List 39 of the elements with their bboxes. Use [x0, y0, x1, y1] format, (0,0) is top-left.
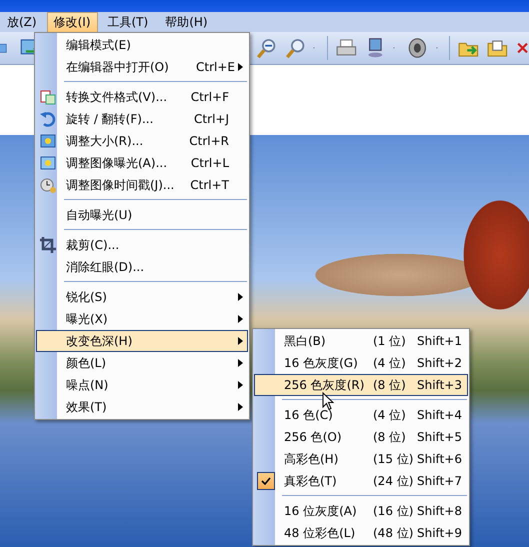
- menu-item[interactable]: 真彩色(T) (24 位) Shift+7: [254, 470, 468, 492]
- mouse-pointer-icon: [322, 392, 334, 411]
- menu-item[interactable]: 效果(T): [36, 396, 248, 418]
- menu-item[interactable]: 调整图像曝光(A)... Ctrl+L: [36, 152, 248, 174]
- menu-title[interactable]: 修改(I): [46, 12, 98, 32]
- menu-item[interactable]: 48 位彩色(L) (48 位) Shift+9: [254, 522, 468, 544]
- menu-item[interactable]: 16 色(C) (4 位) Shift+4: [254, 404, 468, 426]
- menu-item[interactable]: 16 色灰度(G) (4 位) Shift+2: [254, 352, 468, 374]
- menu-item[interactable]: 噪点(N): [36, 374, 248, 396]
- clock-icon[interactable]: [39, 176, 57, 194]
- menu-item[interactable]: 颜色(L): [36, 352, 248, 374]
- menu-item[interactable]: 锐化(S): [36, 286, 248, 308]
- menu-item[interactable]: 编辑模式(E): [36, 34, 248, 56]
- menu-item[interactable]: 16 位灰度(A) (16 位) Shift+8: [254, 500, 468, 522]
- menu-item[interactable]: 改变色深(H): [36, 330, 248, 352]
- zoom-out-icon[interactable]: [256, 37, 277, 59]
- menu-item[interactable]: 旋转 / 翻转(F)... Ctrl+J: [36, 108, 248, 130]
- speaker-icon[interactable]: [407, 37, 428, 59]
- picture-icon[interactable]: [39, 132, 57, 150]
- menu-item[interactable]: 在编辑器中打开(O) Ctrl+E: [36, 56, 248, 78]
- menu-title[interactable]: 帮助(H): [158, 12, 215, 32]
- menu-item[interactable]: 调整图像时间戳(J)... Ctrl+T: [36, 174, 248, 196]
- rotate-icon[interactable]: [39, 110, 57, 128]
- menu-item[interactable]: 转换文件格式(V)... Ctrl+F: [36, 86, 248, 108]
- menu-item[interactable]: 256 色灰度(R) (8 位) Shift+3: [254, 374, 468, 396]
- picture-icon[interactable]: [39, 154, 57, 172]
- menu-item[interactable]: 高彩色(H) (15 位) Shift+6: [254, 448, 468, 470]
- menu-title[interactable]: 放(Z): [0, 12, 44, 32]
- menu-item[interactable]: 调整大小(R)... Ctrl+R: [36, 130, 248, 152]
- zoom-in-icon[interactable]: [284, 37, 306, 59]
- crop-icon[interactable]: [39, 236, 57, 254]
- convert-icon[interactable]: [39, 88, 57, 106]
- menu-item[interactable]: 裁剪(C)...: [36, 234, 248, 256]
- menu-title[interactable]: 工具(T): [100, 12, 156, 32]
- menu-item[interactable]: 自动曝光(U): [36, 204, 248, 226]
- menu-item[interactable]: 256 色(O) (8 位) Shift+5: [254, 426, 468, 448]
- menu-item[interactable]: 曝光(X): [36, 308, 248, 330]
- menu-item[interactable]: 黑白(B) (1 位) Shift+1: [254, 330, 468, 352]
- menu-item[interactable]: 消除红眼(D)...: [36, 256, 248, 278]
